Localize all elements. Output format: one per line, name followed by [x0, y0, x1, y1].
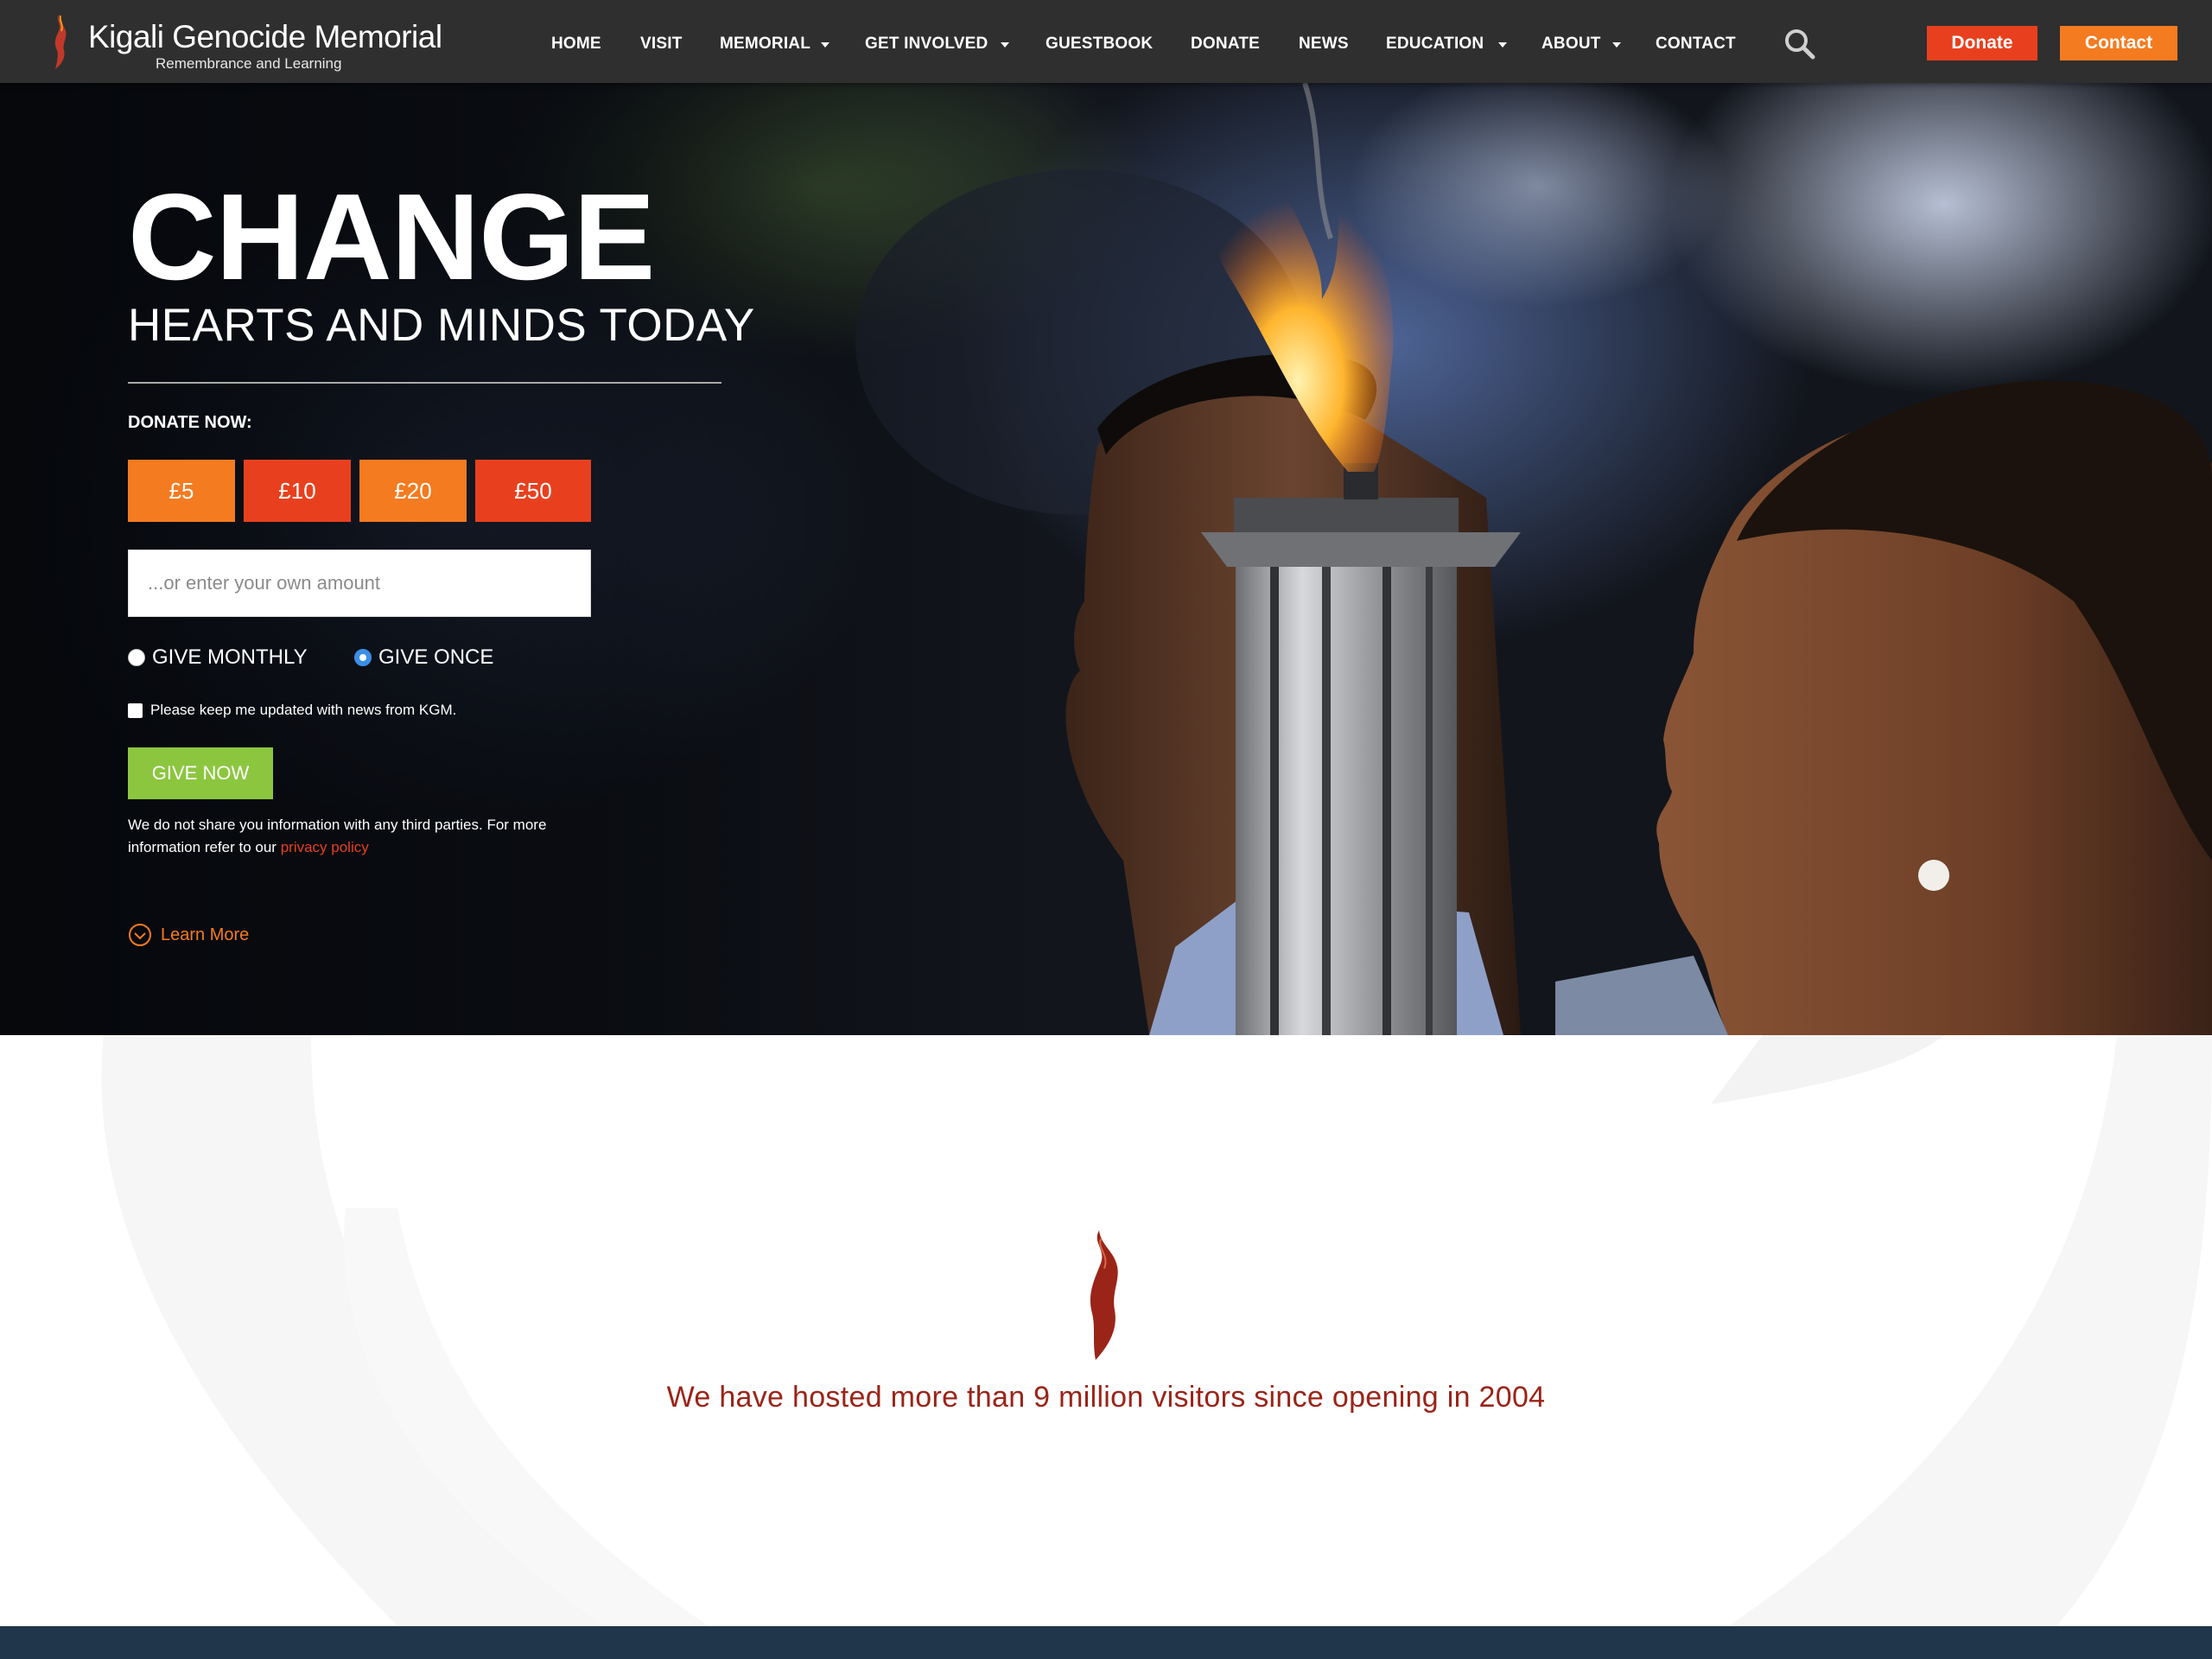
- search-icon[interactable]: [1783, 28, 1816, 60]
- radio-unchecked-icon[interactable]: [128, 649, 145, 666]
- give-monthly-radio[interactable]: GIVE MONTHLY: [128, 645, 308, 671]
- amount-20-button[interactable]: £20: [359, 460, 467, 522]
- radio-checked-icon[interactable]: [354, 649, 372, 666]
- hero-section: CHANGE HEARTS AND MINDS TODAY DONATE NOW…: [0, 83, 2212, 1035]
- site-logo[interactable]: Kigali Genocide Memorial Remembrance and…: [52, 10, 442, 73]
- chevron-down-icon[interactable]: [1001, 42, 1009, 48]
- nav-contact[interactable]: CONTACT: [1656, 35, 1736, 54]
- chevron-down-icon[interactable]: [821, 42, 830, 48]
- give-monthly-label: GIVE MONTHLY: [152, 645, 308, 669]
- give-once-label: GIVE ONCE: [378, 645, 494, 669]
- learn-more-link[interactable]: Learn More: [128, 923, 249, 947]
- brand-subtitle: Remembrance and Learning: [156, 55, 342, 72]
- amount-50-button[interactable]: £50: [475, 460, 591, 522]
- hero-subtitle: HEARTS AND MINDS TODAY: [128, 300, 755, 351]
- visitor-stats-text: We have hosted more than 9 million visit…: [666, 1381, 1546, 1414]
- flame-logo-icon: [54, 14, 67, 69]
- header-donate-button[interactable]: Donate: [1927, 26, 2037, 60]
- give-once-radio[interactable]: GIVE ONCE: [354, 645, 493, 671]
- checkbox-icon[interactable]: [128, 702, 143, 718]
- news-updates-label: Please keep me updated with news from KG…: [150, 702, 457, 718]
- chevron-down-icon[interactable]: [1498, 42, 1507, 48]
- donate-now-label: DONATE NOW:: [128, 413, 252, 432]
- visitor-stats-section: We have hosted more than 9 million visit…: [0, 1035, 2212, 1626]
- nav-visit[interactable]: VISIT: [640, 35, 683, 54]
- nav-home[interactable]: HOME: [551, 35, 601, 54]
- hero-title: CHANGE: [128, 168, 655, 306]
- news-updates-checkbox[interactable]: Please keep me updated with news from KG…: [128, 702, 456, 719]
- site-header: Kigali Genocide Memorial Remembrance and…: [0, 0, 2212, 83]
- nav-news[interactable]: NEWS: [1299, 35, 1349, 54]
- nav-get-involved[interactable]: GET INVOLVED: [865, 35, 988, 54]
- nav-donate[interactable]: DONATE: [1191, 35, 1260, 54]
- nav-about[interactable]: ABOUT: [1541, 35, 1601, 54]
- privacy-notice: We do not share you information with any…: [128, 814, 612, 859]
- footer-banner-strip: [0, 1626, 2212, 1659]
- brand-title: Kigali Genocide Memorial: [88, 19, 442, 54]
- custom-amount-input[interactable]: [128, 550, 591, 617]
- learn-more-label: Learn More: [161, 925, 250, 944]
- give-now-button[interactable]: GIVE NOW: [128, 747, 273, 799]
- nav-guestbook[interactable]: GUESTBOOK: [1046, 35, 1153, 54]
- main-navigation: HOME VISIT MEMORIAL GET INVOLVED GUESTBO…: [536, 0, 1745, 83]
- amount-10-button[interactable]: £10: [244, 460, 351, 522]
- hero-divider: [128, 382, 721, 384]
- header-contact-button[interactable]: Contact: [2060, 26, 2177, 60]
- amount-5-button[interactable]: £5: [128, 460, 235, 522]
- chevron-down-icon[interactable]: [1612, 42, 1621, 48]
- nav-memorial[interactable]: MEMORIAL: [720, 35, 810, 54]
- nav-education[interactable]: EDUCATION: [1386, 35, 1484, 54]
- circle-chevron-down-icon: [129, 924, 151, 946]
- donation-panel: CHANGE HEARTS AND MINDS TODAY DONATE NOW…: [128, 83, 754, 1035]
- flame-icon: [1090, 1230, 1118, 1360]
- privacy-policy-link[interactable]: privacy policy: [281, 839, 369, 855]
